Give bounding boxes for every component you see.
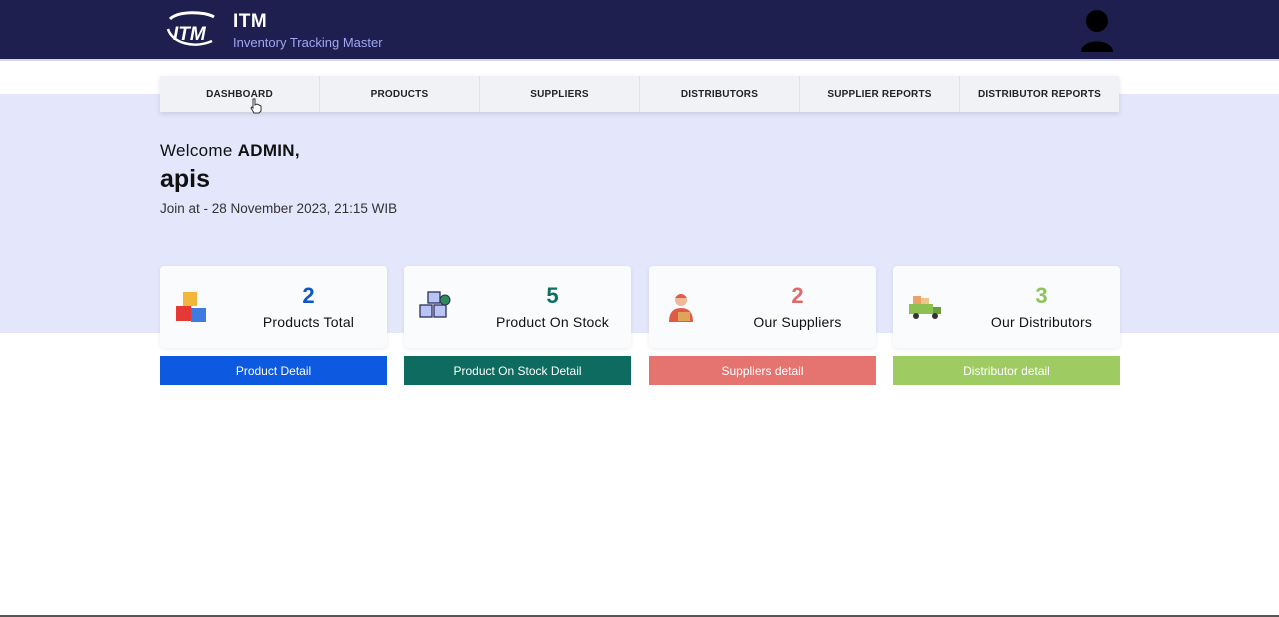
distributors-card: 3 Our Distributors (893, 266, 1120, 348)
user-avatar-icon[interactable] (1078, 8, 1116, 52)
welcome-greeting: Welcome (160, 141, 233, 160)
nav-dashboard[interactable]: DASHBOARD (160, 76, 320, 112)
distributor-detail-button[interactable]: Distributor detail (893, 356, 1120, 385)
product-on-stock-card: 5 Product On Stock (404, 266, 631, 348)
main-nav: DASHBOARD PRODUCTS SUPPLIERS DISTRIBUTOR… (160, 76, 1119, 112)
product-on-stock-label: Product On Stock (496, 314, 609, 330)
nav-distributors[interactable]: DISTRIBUTORS (640, 76, 800, 112)
header-divider (0, 59, 1279, 61)
hand-cursor-icon (250, 98, 262, 114)
logo-text: ITM (173, 24, 207, 45)
suppliers-value: 2 (791, 283, 804, 308)
delivery-truck-icon (909, 296, 941, 319)
app-title: ITM (233, 11, 268, 32)
products-total-card: 2 Products Total (160, 266, 387, 348)
boxes-stock-icon (419, 291, 451, 318)
suppliers-detail-button[interactable]: Suppliers detail (649, 356, 876, 385)
itm-logo: ITM (166, 11, 215, 46)
welcome-text: Welcome ADMIN, (160, 141, 300, 161)
products-total-value: 2 (302, 283, 315, 308)
suppliers-card: 2 Our Suppliers (649, 266, 876, 348)
top-bar: ITM ITM Inventory Tracking Master (0, 0, 1279, 59)
distributors-value: 3 (1035, 283, 1048, 308)
welcome-role: ADMIN, (237, 141, 300, 160)
blocks-icon (176, 292, 206, 322)
product-on-stock-value: 5 (546, 283, 559, 308)
product-detail-button[interactable]: Product Detail (160, 356, 387, 385)
nav-products[interactable]: PRODUCTS (320, 76, 480, 112)
suppliers-label: Our Suppliers (753, 314, 842, 330)
product-on-stock-detail-button[interactable]: Product On Stock Detail (404, 356, 631, 385)
nav-suppliers[interactable]: SUPPLIERS (480, 76, 640, 112)
nav-distributor-reports[interactable]: DISTRIBUTOR REPORTS (960, 76, 1119, 112)
products-total-label: Products Total (262, 314, 355, 330)
username: apis (160, 165, 211, 193)
join-date: Join at - 28 November 2023, 21:15 WIB (160, 201, 398, 216)
supplier-person-icon (669, 294, 693, 322)
nav-supplier-reports[interactable]: SUPPLIER REPORTS (800, 76, 960, 112)
app-subtitle: Inventory Tracking Master (233, 35, 383, 50)
distributors-label: Our Distributors (990, 314, 1093, 330)
